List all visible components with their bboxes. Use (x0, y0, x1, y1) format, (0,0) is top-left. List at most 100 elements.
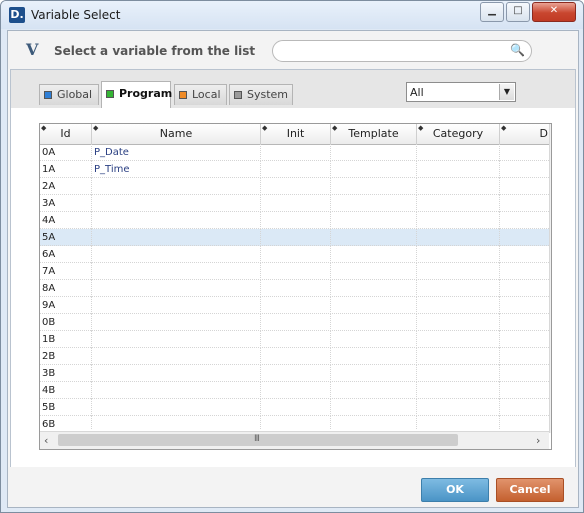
filter-value: All (410, 86, 424, 99)
cell-d (500, 246, 549, 263)
search-input[interactable]: 🔍 (272, 40, 532, 62)
column-header-id[interactable]: ◆ Id (40, 124, 92, 144)
cell-name (92, 195, 261, 212)
column-header-category[interactable]: ◆ Category (417, 124, 500, 144)
cell-template (331, 263, 417, 280)
table-row[interactable]: 3B (40, 365, 549, 382)
cell-category (417, 212, 500, 229)
horizontal-scroll-thumb[interactable]: III (58, 434, 458, 446)
cell-template (331, 246, 417, 263)
tab-label: System (247, 88, 289, 101)
cell-d (500, 382, 549, 399)
minimize-button[interactable]: ▁ (480, 2, 504, 22)
table-row[interactable]: 4A (40, 212, 549, 229)
search-icon[interactable]: 🔍 (510, 43, 525, 57)
scroll-right-icon[interactable]: › (536, 434, 540, 447)
cell-id: 8A (40, 280, 92, 297)
column-label: D (539, 127, 548, 140)
cell-init (261, 297, 331, 314)
program-color-icon (106, 90, 114, 98)
tab-program[interactable]: Program (101, 81, 173, 108)
column-header-template[interactable]: ◆ Template (331, 124, 417, 144)
vertical-scrollbar[interactable]: ≡ ▼ (549, 124, 551, 433)
tab-label: Program (119, 87, 173, 100)
cell-category (417, 144, 500, 161)
cell-init (261, 212, 331, 229)
cell-init (261, 331, 331, 348)
cell-d (500, 161, 549, 178)
cell-name (92, 246, 261, 263)
cell-category (417, 314, 500, 331)
cell-init (261, 280, 331, 297)
table-row[interactable]: 0B (40, 314, 549, 331)
table-row[interactable]: 2A (40, 178, 549, 195)
table-row[interactable]: 1A P_Time (40, 161, 549, 178)
cell-id: 0A (40, 144, 92, 161)
cell-id: 7A (40, 263, 92, 280)
table-row[interactable]: 6B (40, 416, 549, 429)
cell-init (261, 314, 331, 331)
cell-category (417, 297, 500, 314)
chevron-down-icon[interactable]: ▼ (499, 84, 514, 100)
tab-local[interactable]: Local (174, 84, 227, 105)
table-row[interactable]: 8A (40, 280, 549, 297)
global-color-icon (44, 91, 52, 99)
column-label: Init (286, 127, 305, 140)
cell-init (261, 365, 331, 382)
cell-name (92, 314, 261, 331)
table-row[interactable]: 2B (40, 348, 549, 365)
table-row[interactable]: 4B (40, 382, 549, 399)
cell-category (417, 416, 500, 429)
dialog-content: V Select a variable from the list 🔍 Glob… (7, 30, 579, 508)
scroll-grip-icon: III (254, 434, 260, 444)
cell-name: P_Date (92, 144, 261, 161)
table-header: ◆ Id ◆ Name ◆ Init ◆ Template ◆ Category… (40, 124, 551, 145)
grid-area: ◆ Id ◆ Name ◆ Init ◆ Template ◆ Category… (11, 108, 575, 468)
table-row[interactable]: 5A (40, 229, 549, 246)
title-bar[interactable]: D. Variable Select ▁ □ ✕ (1, 1, 583, 29)
variable-icon: V (26, 40, 39, 59)
cell-template (331, 314, 417, 331)
cell-id: 2B (40, 348, 92, 365)
table-row[interactable]: 9A (40, 297, 549, 314)
column-label: Category (432, 127, 484, 140)
cell-d (500, 399, 549, 416)
cell-d (500, 212, 549, 229)
table-row[interactable]: 6A (40, 246, 549, 263)
table-row[interactable]: 1B (40, 331, 549, 348)
cell-d (500, 365, 549, 382)
table-row[interactable]: 0A P_Date (40, 144, 549, 161)
cell-category (417, 161, 500, 178)
ok-button[interactable]: OK (421, 478, 489, 502)
maximize-button[interactable]: □ (506, 2, 530, 22)
table-row[interactable]: 7A (40, 263, 549, 280)
column-header-d[interactable]: ◆ D (500, 124, 551, 144)
cell-init (261, 416, 331, 429)
close-button[interactable]: ✕ (532, 2, 576, 22)
cell-template (331, 161, 417, 178)
cell-name (92, 331, 261, 348)
column-header-init[interactable]: ◆ Init (261, 124, 331, 144)
app-logo-icon: D. (9, 7, 25, 23)
table-row[interactable]: 5B (40, 399, 549, 416)
tab-system[interactable]: System (229, 84, 293, 105)
horizontal-scrollbar[interactable]: ‹ III › (40, 431, 549, 449)
cell-init (261, 399, 331, 416)
tab-global[interactable]: Global (39, 84, 99, 105)
cell-init (261, 246, 331, 263)
cell-name (92, 416, 261, 429)
category-filter-select[interactable]: All ▼ (406, 82, 516, 102)
sort-icon: ◆ (93, 124, 99, 132)
cancel-button[interactable]: Cancel (496, 478, 564, 502)
cell-id: 1B (40, 331, 92, 348)
table-row[interactable]: 3A (40, 195, 549, 212)
cell-template (331, 229, 417, 246)
cell-name (92, 399, 261, 416)
column-header-name[interactable]: ◆ Name (92, 124, 261, 144)
scroll-left-icon[interactable]: ‹ (44, 434, 48, 447)
cell-template (331, 280, 417, 297)
cell-category (417, 246, 500, 263)
sort-icon: ◆ (262, 124, 268, 132)
dialog-footer: OK Cancel (8, 467, 578, 507)
cell-id: 3A (40, 195, 92, 212)
